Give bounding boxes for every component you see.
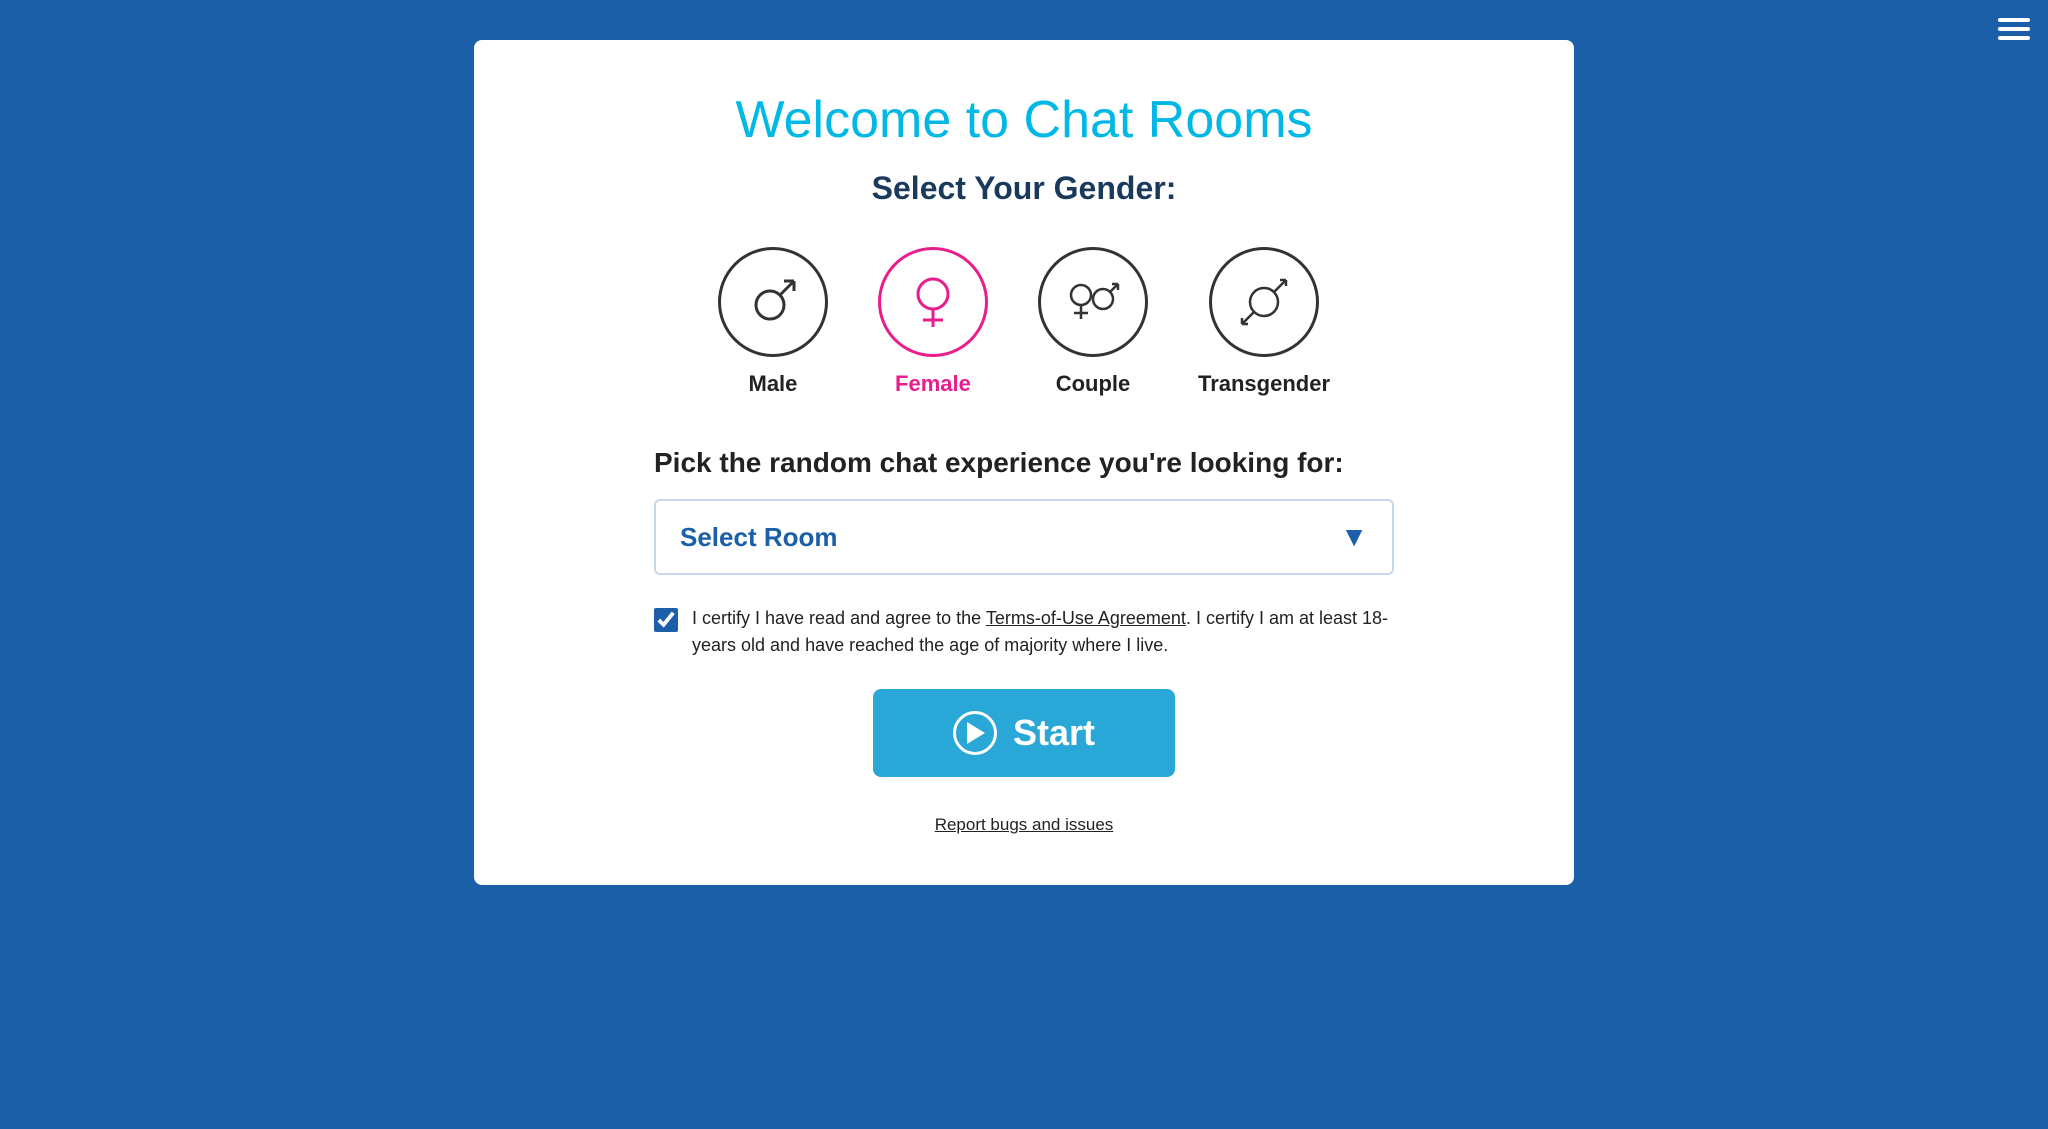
terms-text-part1: I certify I have read and agree to the <box>692 608 986 628</box>
gender-label-transgender: Transgender <box>1198 371 1330 397</box>
gender-label-female: Female <box>895 371 971 397</box>
menu-icon[interactable] <box>1998 18 2030 40</box>
gender-circle-couple <box>1038 247 1148 357</box>
start-button[interactable]: Start <box>873 689 1175 777</box>
gender-label-couple: Couple <box>1056 371 1131 397</box>
gender-options: Male Female <box>718 247 1330 397</box>
chevron-down-icon: ▼ <box>1340 521 1368 553</box>
gender-label-male: Male <box>749 371 798 397</box>
gender-option-female[interactable]: Female <box>878 247 988 397</box>
welcome-title: Welcome to Chat Rooms <box>735 90 1312 150</box>
report-link[interactable]: Report bugs and issues <box>935 815 1114 835</box>
play-triangle <box>967 722 985 744</box>
terms-checkbox[interactable] <box>654 608 678 632</box>
gender-circle-male <box>718 247 828 357</box>
gender-option-male[interactable]: Male <box>718 247 828 397</box>
gender-heading: Select Your Gender: <box>872 170 1177 207</box>
gender-circle-female <box>878 247 988 357</box>
main-card: Welcome to Chat Rooms Select Your Gender… <box>474 40 1574 885</box>
terms-link[interactable]: Terms-of-Use Agreement <box>986 608 1186 628</box>
select-room-dropdown[interactable]: Select Room ▼ <box>654 499 1394 575</box>
experience-heading: Pick the random chat experience you're l… <box>654 447 1394 479</box>
gender-circle-transgender <box>1209 247 1319 357</box>
terms-row: I certify I have read and agree to the T… <box>654 605 1394 659</box>
gender-option-transgender[interactable]: Transgender <box>1198 247 1330 397</box>
select-room-text: Select Room <box>680 522 838 553</box>
terms-label[interactable]: I certify I have read and agree to the T… <box>692 605 1394 659</box>
page-wrapper: Welcome to Chat Rooms Select Your Gender… <box>324 20 1724 905</box>
start-label: Start <box>1013 712 1095 754</box>
gender-option-couple[interactable]: Couple <box>1038 247 1148 397</box>
play-icon <box>953 711 997 755</box>
